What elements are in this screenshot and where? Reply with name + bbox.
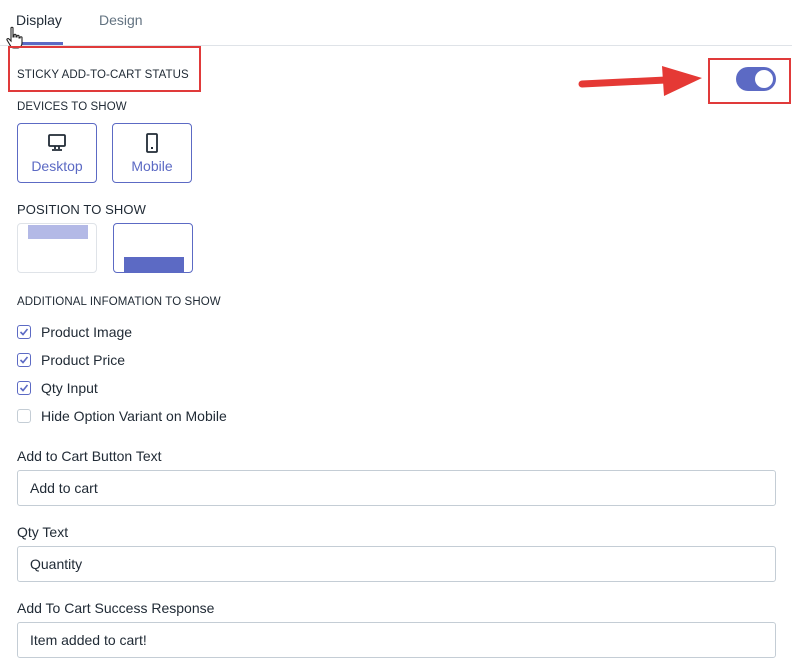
add-to-cart-text-label: Add to Cart Button Text — [17, 448, 162, 464]
checkbox-hide-option-variant[interactable]: Hide Option Variant on Mobile — [17, 407, 227, 425]
checkbox-product-price[interactable]: Product Price — [17, 351, 125, 369]
toggle-knob — [755, 70, 773, 88]
checkbox-qty-input[interactable]: Qty Input — [17, 379, 98, 397]
success-response-label: Add To Cart Success Response — [17, 600, 215, 616]
top-bar-preview — [28, 225, 88, 239]
position-top-option[interactable] — [17, 223, 97, 273]
checkmark-icon — [19, 384, 29, 392]
mobile-label: Mobile — [131, 158, 173, 174]
checkbox-box[interactable] — [17, 325, 31, 339]
checkbox-label: Hide Option Variant on Mobile — [41, 408, 227, 424]
checkbox-label: Product Image — [41, 324, 133, 340]
mobile-icon — [146, 133, 158, 153]
desktop-label: Desktop — [31, 158, 83, 174]
checkmark-icon — [19, 356, 29, 364]
desktop-device-button[interactable]: Desktop — [17, 123, 97, 183]
annotation-arrow-icon — [578, 66, 702, 96]
desktop-icon — [48, 134, 66, 151]
checkbox-box[interactable] — [17, 381, 31, 395]
bottom-bar-preview — [124, 257, 184, 272]
mobile-device-button[interactable]: Mobile — [112, 123, 192, 183]
checkbox-box[interactable] — [17, 353, 31, 367]
tab-design[interactable]: Design — [99, 12, 143, 28]
checkbox-product-image[interactable]: Product Image — [17, 323, 132, 341]
success-response-input[interactable] — [17, 622, 776, 658]
checkbox-label: Product Price — [41, 352, 126, 368]
devices-heading: DEVICES TO SHOW — [17, 101, 127, 113]
position-bottom-option[interactable] — [113, 223, 193, 273]
additional-info-heading: ADDITIONAL INFOMATION TO SHOW — [17, 296, 221, 308]
status-toggle[interactable] — [736, 67, 776, 91]
checkbox-box[interactable] — [17, 409, 31, 423]
add-to-cart-text-input[interactable] — [17, 470, 776, 506]
qty-text-label: Qty Text — [17, 524, 69, 540]
qty-text-input[interactable] — [17, 546, 776, 582]
position-heading: POSITION TO SHOW — [17, 202, 146, 217]
checkmark-icon — [19, 328, 29, 336]
status-heading: STICKY ADD-TO-CART STATUS — [17, 69, 189, 81]
checkbox-label: Qty Input — [41, 380, 98, 396]
